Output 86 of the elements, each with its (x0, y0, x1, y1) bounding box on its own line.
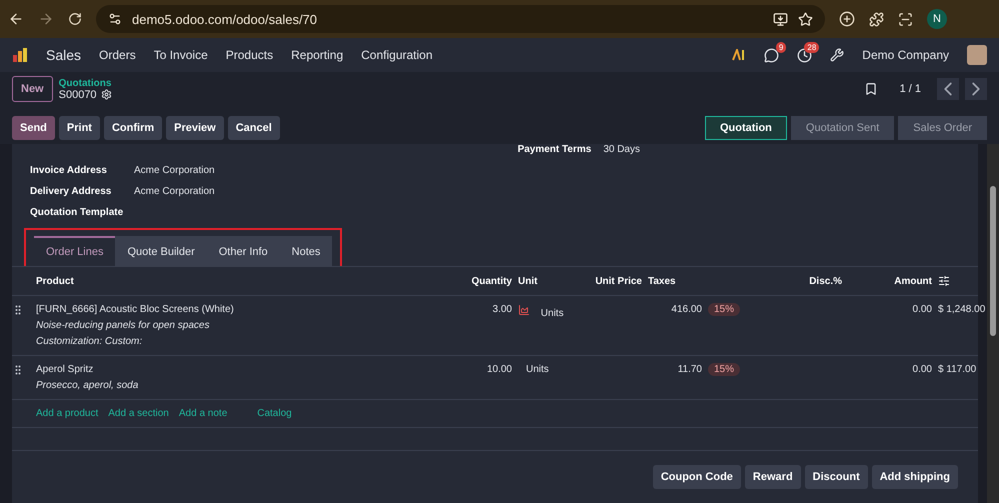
column-header: Taxes (648, 276, 677, 286)
footer-button[interactable]: Add shipping (872, 465, 958, 489)
message-count: 9 (776, 42, 786, 52)
field-label: Payment Terms (518, 144, 592, 155)
ai-logo-icon[interactable] (732, 49, 746, 61)
column-header: Product (36, 276, 75, 286)
site-settings-icon (108, 12, 122, 26)
breadcrumb-link[interactable]: Quotations (58, 78, 112, 88)
column-header: Disc.% (808, 276, 843, 286)
back-icon[interactable] (8, 11, 24, 27)
discount-cell-text: 0.00 (912, 364, 933, 375)
address-bar[interactable]: demo5.odoo.com/odoo/sales/70 (96, 5, 825, 33)
action-button[interactable]: Send (12, 116, 55, 140)
tab[interactable]: Quote Builder (115, 236, 207, 266)
new-button[interactable]: New (12, 76, 53, 102)
product-note: Prosecco, aperol, soda (36, 380, 140, 391)
install-icon[interactable] (773, 12, 788, 26)
scrollbar-thumb[interactable] (990, 186, 996, 336)
discount-cell-text: 0.00 (912, 304, 933, 315)
field-value[interactable]: 30 Days (603, 144, 640, 155)
product-note: Customization: Custom: (36, 336, 144, 347)
unit-cell: Units (540, 308, 564, 319)
menu-item[interactable]: Orders (99, 48, 136, 62)
company-name[interactable]: Demo Company (862, 48, 949, 62)
menu-item[interactable]: Reporting (291, 48, 344, 62)
app-name[interactable]: Sales (46, 47, 82, 63)
footer-button[interactable]: Discount (804, 465, 868, 489)
column-header: Quantity (470, 276, 513, 286)
unit-cell: Units (526, 364, 549, 375)
tools-icon[interactable] (830, 48, 844, 62)
chat-icon[interactable] (764, 48, 780, 62)
action-button[interactable]: Print (58, 116, 100, 140)
column-header: Amount (893, 276, 933, 286)
footer-button[interactable]: Coupon Code (652, 465, 741, 489)
menu-item[interactable]: To Invoice (154, 48, 208, 62)
product-name[interactable]: Aperol Spritz (36, 364, 458, 375)
footer-button[interactable]: Reward (744, 465, 801, 489)
settings-icon[interactable] (100, 89, 112, 100)
bookmark-star-icon[interactable] (798, 12, 813, 26)
field-label: Delivery Address (30, 186, 112, 197)
tax-tag: 15% (708, 303, 740, 316)
pager: 1 / 1 (900, 83, 921, 95)
field-label: Invoice Address (30, 165, 108, 176)
column-header: Unit (518, 276, 538, 286)
menu-item[interactable]: Configuration (361, 48, 433, 62)
menu-item[interactable]: Products (226, 48, 274, 62)
record-name: S00070 (58, 88, 97, 100)
url-text: demo5.odoo.com/odoo/sales/70 (132, 12, 318, 26)
status-step[interactable]: Sales Order (898, 116, 987, 140)
amount-cell-text: $ 117.00 (938, 364, 978, 375)
add-line-link[interactable]: Add a section (108, 408, 169, 419)
profile-avatar[interactable]: N (927, 9, 947, 29)
product-name[interactable]: [FURN_6666] Acoustic Bloc Screens (White) (36, 304, 458, 315)
tab[interactable]: Other Info (206, 236, 280, 266)
next-icon[interactable] (965, 78, 987, 100)
field-label: Quotation Template (30, 207, 124, 218)
status-step[interactable]: Quotation Sent (790, 116, 894, 140)
amount-cell-text: $ 1,248.00 (938, 304, 986, 315)
action-button[interactable]: Confirm (104, 116, 162, 140)
chart-icon[interactable] (518, 304, 530, 316)
activity-count: 28 (804, 42, 820, 52)
bookmark-icon[interactable] (864, 82, 878, 96)
field-value[interactable]: Acme Corporation (134, 186, 518, 197)
status-step[interactable]: Quotation (704, 116, 787, 140)
action-button[interactable]: Cancel (228, 116, 280, 140)
add-line-link[interactable]: Add a product (36, 408, 98, 419)
column-header: Unit Price (594, 276, 643, 286)
column-settings-icon[interactable] (938, 275, 950, 287)
tab[interactable]: Notes (280, 236, 332, 266)
price-cell-text: 416.00 (670, 304, 703, 315)
action-button[interactable]: Preview (166, 116, 224, 140)
extensions-icon[interactable] (869, 12, 884, 26)
screenshot-icon[interactable] (898, 12, 913, 26)
app-logo-icon (12, 47, 28, 63)
reload-icon[interactable] (68, 12, 82, 26)
add-line-link[interactable]: Catalog (257, 408, 292, 419)
tax-tag: 15% (708, 363, 740, 376)
price-cell-text: 11.70 (676, 364, 703, 375)
product-note: Noise-reducing panels for open spaces (36, 320, 210, 331)
quantity-cell-text: 10.00 (486, 364, 513, 375)
quantity-cell-text: 3.00 (492, 304, 513, 315)
previous-icon[interactable] (937, 78, 959, 100)
field-value[interactable]: Acme Corporation (134, 165, 518, 176)
add-line-link[interactable]: Add a note (178, 408, 228, 419)
forward-icon[interactable] (38, 11, 54, 27)
add-icon[interactable] (839, 11, 855, 27)
